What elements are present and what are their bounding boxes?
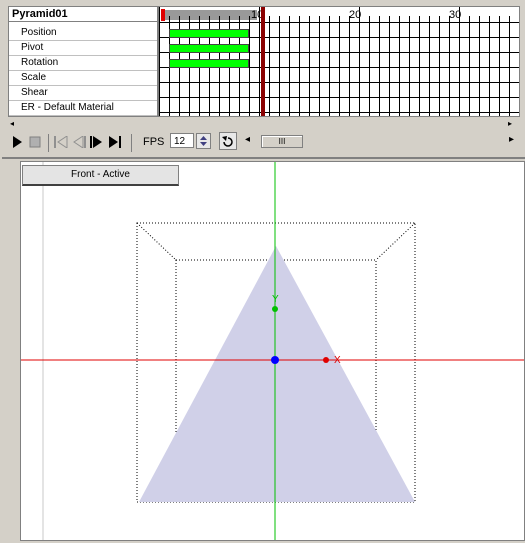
ruler-tick — [459, 7, 460, 22]
separator — [131, 134, 132, 152]
track-rotation[interactable]: Rotation — [9, 56, 157, 71]
next-key-icon — [90, 136, 102, 148]
track-shear[interactable]: Shear — [9, 86, 157, 101]
gizmo-y-dot[interactable] — [272, 306, 278, 312]
prev-key-button[interactable] — [72, 134, 86, 150]
go-to-start-icon — [54, 136, 68, 148]
prev-key-icon — [73, 136, 86, 148]
box-edge — [375, 222, 416, 261]
horizontal-scrollbar[interactable]: ◂ III ▸ — [241, 134, 521, 148]
gizmo-x-dot[interactable] — [323, 357, 329, 363]
scroll-thumb[interactable]: III — [261, 135, 303, 148]
keyframe-grid[interactable]: 10 20 30 — [158, 6, 520, 117]
track-scale[interactable]: Scale — [9, 71, 157, 86]
ruler-tick — [359, 7, 360, 22]
viewport-canvas[interactable]: X Y — [21, 162, 524, 540]
y-axis-label: Y — [272, 294, 279, 305]
stop-button[interactable] — [28, 134, 42, 150]
spinner-arrows-icon — [200, 136, 207, 146]
loop-icon — [222, 136, 233, 147]
keyframe-bar-pivot[interactable] — [169, 44, 249, 53]
track-material[interactable]: ER - Default Material — [9, 101, 157, 116]
separator — [48, 134, 49, 152]
loop-button[interactable] — [219, 132, 237, 150]
grid-row-line — [159, 97, 519, 98]
keyframe-bar-position[interactable] — [169, 29, 249, 38]
go-to-end-icon — [109, 136, 121, 148]
timeline-panel: Pyramid01 Position Pivot Rotation Scale … — [0, 0, 525, 130]
start-marker[interactable] — [161, 9, 165, 21]
fps-label: FPS — [143, 136, 165, 148]
transport-bar: FPS 12 ◂ III ▸ — [0, 130, 525, 156]
fps-input[interactable]: 12 — [170, 133, 194, 148]
grid-row-line — [159, 82, 519, 83]
track-position[interactable]: Position — [9, 26, 157, 41]
scroll-right-icon[interactable]: ▸ — [508, 119, 512, 128]
box-edge — [136, 222, 177, 261]
front-viewport[interactable]: X Y — [20, 161, 525, 541]
grid-row-line — [159, 112, 519, 113]
scroll-left-icon[interactable]: ◂ — [245, 134, 250, 145]
grid-row-line — [159, 22, 519, 23]
viewport-title[interactable]: Front - Active — [22, 165, 179, 186]
timeline-scrollbar[interactable]: ◂ ▸ — [8, 116, 518, 128]
fps-spinner[interactable] — [196, 133, 211, 149]
scroll-left-icon[interactable]: ◂ — [10, 119, 14, 128]
next-key-button[interactable] — [90, 134, 104, 150]
object-name-row[interactable]: Pyramid01 — [9, 7, 157, 22]
track-pivot[interactable]: Pivot — [9, 41, 157, 56]
stop-icon — [29, 136, 41, 148]
pivot-point[interactable] — [271, 356, 279, 364]
keyframe-bar-rotation[interactable] — [169, 59, 249, 68]
track-list: Pyramid01 Position Pivot Rotation Scale … — [8, 6, 158, 117]
ruler-tick — [159, 7, 160, 22]
go-to-end-button[interactable] — [108, 134, 122, 150]
play-button[interactable] — [10, 134, 24, 150]
ruler-tick — [259, 7, 260, 22]
scroll-right-icon[interactable]: ▸ — [509, 134, 514, 145]
pyramid-shape[interactable] — [139, 246, 415, 502]
go-to-start-button[interactable] — [54, 134, 68, 150]
current-frame-marker[interactable] — [261, 7, 265, 116]
x-axis-label: X — [334, 355, 341, 366]
play-icon — [13, 136, 22, 148]
